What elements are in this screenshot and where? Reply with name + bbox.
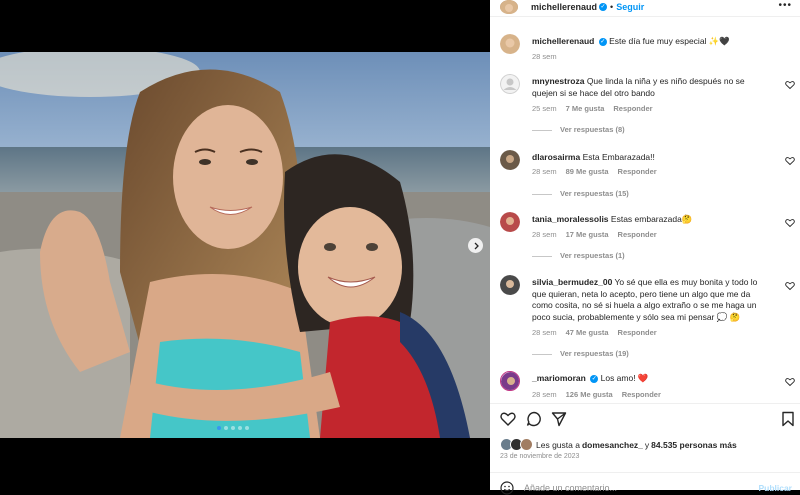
- comment-likes[interactable]: 89 Me gusta: [566, 167, 609, 176]
- caption-time: 28 sem: [532, 52, 557, 61]
- avatar[interactable]: [500, 34, 520, 54]
- post-author[interactable]: michellerenaud: [531, 2, 597, 12]
- chevron-right-icon: [474, 242, 479, 249]
- avatar[interactable]: [500, 150, 520, 170]
- view-replies-button[interactable]: Ver respuestas (8): [532, 125, 625, 134]
- post-photo[interactable]: [0, 52, 490, 438]
- heart-icon[interactable]: [785, 218, 795, 228]
- verified-icon: ✓: [598, 37, 607, 46]
- comment-likes[interactable]: 17 Me gusta: [566, 230, 609, 239]
- avatar[interactable]: [500, 0, 518, 14]
- share-icon[interactable]: [551, 411, 567, 427]
- comment-text: Esta Embarazada!!: [582, 152, 655, 162]
- next-image-button[interactable]: [468, 238, 483, 253]
- comment-time: 28 sem: [532, 230, 557, 239]
- comment-time: 25 sem: [532, 104, 557, 113]
- avatar[interactable]: [500, 275, 520, 295]
- divider: [490, 16, 800, 17]
- more-options-icon[interactable]: •••: [778, 0, 792, 11]
- heart-icon[interactable]: [785, 156, 795, 166]
- avatar[interactable]: [500, 371, 520, 391]
- view-replies-button[interactable]: Ver respuestas (19): [532, 349, 629, 358]
- view-replies-button[interactable]: Ver respuestas (15): [532, 189, 629, 198]
- liker-username[interactable]: domesanchez_: [582, 440, 643, 450]
- caption-text: Este día fue muy especial ✨🖤: [609, 36, 730, 46]
- comments-list[interactable]: michellerenaud ✓ Este día fue muy especi…: [490, 28, 800, 403]
- follow-button[interactable]: Seguir: [616, 2, 644, 12]
- comment-time: 28 sem: [532, 390, 557, 399]
- heart-icon[interactable]: [785, 80, 795, 90]
- comment-username[interactable]: _mariomoran: [532, 373, 586, 383]
- comment-username[interactable]: tania_moralessolis: [532, 214, 609, 224]
- view-replies-button[interactable]: Ver respuestas (1): [532, 251, 625, 260]
- reply-button[interactable]: Responder: [622, 390, 661, 399]
- comment-input-placeholder: Añade un comentario...: [524, 483, 618, 493]
- comment-username[interactable]: mnynestroza: [532, 76, 584, 86]
- emoji-icon[interactable]: [500, 481, 514, 495]
- likes-count[interactable]: 84.535 personas más: [651, 440, 737, 450]
- carousel-dot[interactable]: [231, 426, 235, 430]
- reply-button[interactable]: Responder: [618, 167, 657, 176]
- likes-summary: Les gusta a domesanchez_ y 84.535 person…: [500, 438, 737, 451]
- comment-time: 28 sem: [532, 328, 557, 337]
- comment-likes[interactable]: 126 Me gusta: [566, 390, 613, 399]
- post-actions: [490, 411, 800, 431]
- verified-icon: ✓: [599, 3, 608, 11]
- publish-button[interactable]: Publicar: [758, 483, 792, 493]
- carousel-dot[interactable]: [217, 426, 221, 430]
- avatar[interactable]: [500, 212, 520, 232]
- reply-button[interactable]: Responder: [618, 328, 657, 337]
- carousel-dot[interactable]: [245, 426, 249, 430]
- carousel-dot[interactable]: [224, 426, 228, 430]
- comment-time: 28 sem: [532, 167, 557, 176]
- comment-text: Estas embarazada🤔: [610, 214, 693, 224]
- post-media: [0, 0, 490, 490]
- comment-likes[interactable]: 7 Me gusta: [566, 104, 605, 113]
- add-comment-field[interactable]: Añade un comentario...: [500, 481, 617, 495]
- liker-avatars: [500, 438, 533, 451]
- like-icon[interactable]: [500, 411, 516, 427]
- heart-icon[interactable]: [785, 377, 795, 387]
- reply-button[interactable]: Responder: [613, 104, 652, 113]
- post-side-panel: michellerenaud ✓ • Seguir ••• michellere…: [490, 0, 800, 495]
- save-icon[interactable]: [780, 411, 796, 427]
- separator: •: [610, 2, 614, 12]
- divider: [490, 472, 800, 473]
- caption-username[interactable]: michellerenaud: [532, 36, 594, 46]
- comment-text: Los amo! ❤️: [600, 373, 649, 383]
- post-header: michellerenaud ✓ • Seguir •••: [490, 0, 800, 14]
- avatar[interactable]: [500, 74, 520, 94]
- comment-username[interactable]: dlarosairma: [532, 152, 580, 162]
- verified-icon: ✓: [590, 374, 599, 383]
- comment-likes[interactable]: 47 Me gusta: [566, 328, 609, 337]
- comment-username[interactable]: silvia_bermudez_00: [532, 277, 612, 287]
- carousel-dot[interactable]: [238, 426, 242, 430]
- heart-icon[interactable]: [785, 281, 795, 291]
- reply-button[interactable]: Responder: [618, 230, 657, 239]
- divider: [490, 403, 800, 404]
- carousel-indicator: [217, 426, 249, 430]
- comment-icon[interactable]: [526, 411, 542, 427]
- post-date: 23 de noviembre de 2023: [500, 453, 580, 460]
